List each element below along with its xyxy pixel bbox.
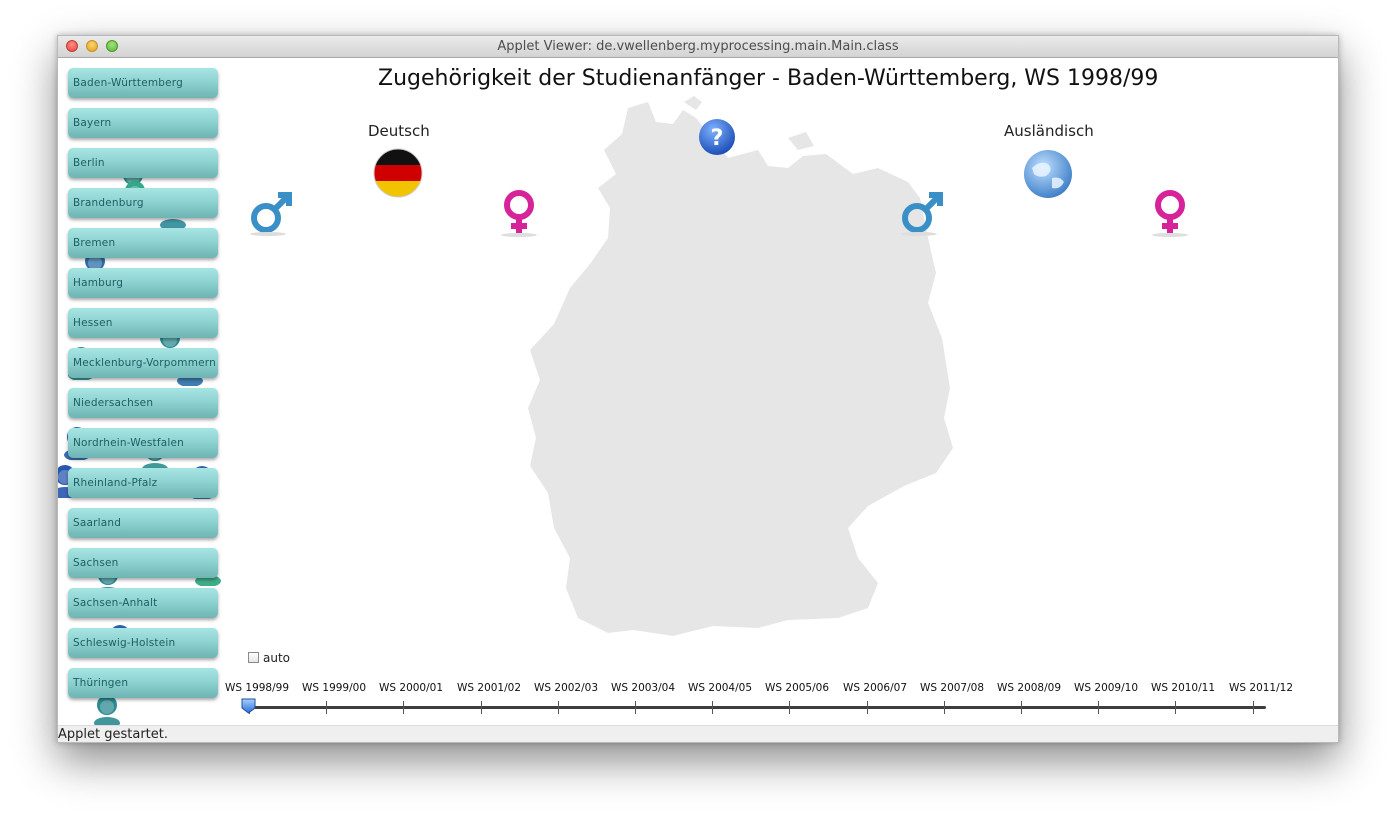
globe-icon <box>1024 150 1072 198</box>
timeline-slider-track[interactable] <box>248 706 1266 709</box>
state-button-label: Saarland <box>73 517 122 529</box>
column-label-foreign: Ausländisch <box>1004 122 1094 140</box>
status-text: Applet gestartet. <box>58 727 168 742</box>
timeline-tick <box>635 701 636 714</box>
state-button-bayern[interactable]: Bayern <box>68 108 218 138</box>
male-symbol-icon <box>250 192 292 236</box>
german-flag-icon <box>373 148 423 198</box>
timeline-label: WS 2008/09 <box>997 682 1062 694</box>
timeline-tick <box>944 701 945 714</box>
state-button-label: Nordrhein-Westfalen <box>73 437 185 449</box>
timeline-label: WS 2000/01 <box>379 682 444 694</box>
timeline-label: WS 2007/08 <box>920 682 985 694</box>
timeline-label: WS 1999/00 <box>302 682 367 694</box>
state-button-label: Sachsen-Anhalt <box>73 597 158 609</box>
timeline-tick <box>712 701 713 714</box>
state-button-label: Schleswig-Holstein <box>73 637 176 649</box>
question-mark-icon[interactable]: ? <box>697 117 737 157</box>
timeline-label: WS 2006/07 <box>843 682 908 694</box>
state-button-baden-wuerttemberg[interactable]: Baden-Württemberg <box>68 68 218 98</box>
auto-checkbox-box[interactable] <box>248 652 259 663</box>
state-button-sachsen[interactable]: Sachsen <box>68 548 218 578</box>
timeline-label: WS 2009/10 <box>1074 682 1139 694</box>
germany-map <box>528 96 953 636</box>
state-button-sachsen-anhalt[interactable]: Sachsen-Anhalt <box>68 588 218 618</box>
state-button-label: Bremen <box>73 237 116 249</box>
state-button-mecklenburg-vorpommern[interactable]: Mecklenburg-Vorpommern <box>68 348 218 378</box>
state-button-rheinland-pfalz[interactable]: Rheinland-Pfalz <box>68 468 218 498</box>
page-title: Zugehörigkeit der Studienanfänger - Bade… <box>378 66 1159 91</box>
timeline-label: WS 2010/11 <box>1151 682 1216 694</box>
state-button-hamburg[interactable]: Hamburg <box>68 268 218 298</box>
timeline-tick <box>403 701 404 714</box>
female-symbol-icon <box>501 190 537 237</box>
state-button-label: Hamburg <box>73 277 124 289</box>
timeline-tick <box>1098 701 1099 714</box>
timeline-tick <box>867 701 868 714</box>
state-button-nordrhein-westfalen[interactable]: Nordrhein-Westfalen <box>68 428 218 458</box>
state-button-label: Berlin <box>73 157 105 169</box>
timeline-label: WS 1998/99 <box>225 682 290 694</box>
female-symbol-icon <box>1152 190 1188 237</box>
state-button-label: Rheinland-Pfalz <box>73 477 158 489</box>
auto-checkbox-label: auto <box>263 651 291 665</box>
state-button-label: Mecklenburg-Vorpommern <box>73 357 216 369</box>
timeline-label: WS 2003/04 <box>611 682 676 694</box>
column-label-german: Deutsch <box>368 122 430 140</box>
state-button-bremen[interactable]: Bremen <box>68 228 218 258</box>
state-button-saarland[interactable]: Saarland <box>68 508 218 538</box>
state-button-thueringen[interactable]: Thüringen <box>68 668 218 698</box>
timeline-tick <box>558 701 559 714</box>
timeline-label: WS 2001/02 <box>457 682 522 694</box>
timeline-label: WS 2005/06 <box>765 682 830 694</box>
state-button-berlin[interactable]: Berlin <box>68 148 218 178</box>
state-button-label: Niedersachsen <box>73 397 154 409</box>
status-bar: Applet gestartet. <box>58 725 1338 742</box>
timeline-tick <box>1175 701 1176 714</box>
male-symbol-icon <box>901 192 943 236</box>
timeline-tick <box>1021 701 1022 714</box>
state-button-brandenburg[interactable]: Brandenburg <box>68 188 218 218</box>
timeline-tick <box>789 701 790 714</box>
state-button-label: Sachsen <box>73 557 119 569</box>
state-button-label: Baden-Württemberg <box>73 77 184 89</box>
window-title: Applet Viewer: de.vwellenberg.myprocessi… <box>497 39 899 54</box>
state-button-label: Thüringen <box>73 677 129 689</box>
timeline-label: WS 2011/12 <box>1229 682 1294 694</box>
timeline-slider-thumb[interactable] <box>241 698 256 714</box>
state-button-label: Brandenburg <box>73 197 144 209</box>
timeline-label: WS 2002/03 <box>534 682 599 694</box>
state-button-hessen[interactable]: Hessen <box>68 308 218 338</box>
state-button-label: Hessen <box>73 317 113 329</box>
svg-text:?: ? <box>711 126 724 151</box>
applet-window: Applet Viewer: de.vwellenberg.myprocessi… <box>57 35 1339 743</box>
timeline-tick <box>481 701 482 714</box>
state-button-niedersachsen[interactable]: Niedersachsen <box>68 388 218 418</box>
timeline-label: WS 2004/05 <box>688 682 753 694</box>
timeline-tick <box>326 701 327 714</box>
applet-canvas: Baden-Württemberg Bayern Berlin Brandenb… <box>58 58 1338 725</box>
state-button-schleswig-holstein[interactable]: Schleswig-Holstein <box>68 628 218 658</box>
title-bar[interactable]: Applet Viewer: de.vwellenberg.myprocessi… <box>58 36 1338 58</box>
timeline-tick <box>1253 701 1254 714</box>
state-button-label: Bayern <box>73 117 112 129</box>
auto-checkbox[interactable]: auto <box>248 651 290 665</box>
